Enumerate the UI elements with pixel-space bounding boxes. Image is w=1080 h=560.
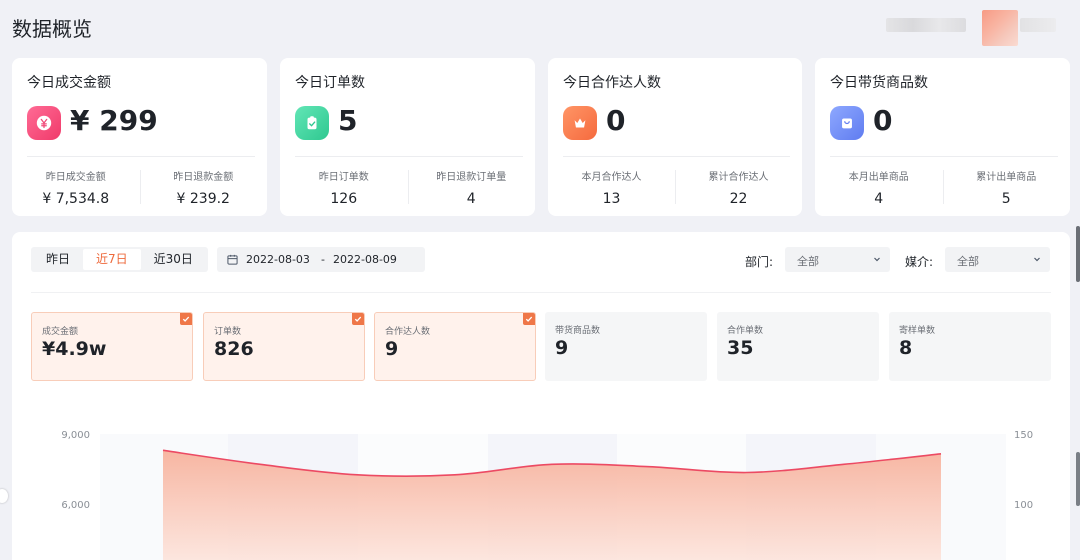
date-separator: - (321, 253, 325, 266)
sub-value: 5 (1001, 191, 1011, 207)
metric-label: 带货商品数 (555, 326, 601, 336)
metric-tile[interactable]: 成交金额 ¥4.9w (31, 312, 193, 381)
avatar[interactable] (982, 10, 1018, 46)
card-today-orders: 今日订单数 5 昨日订单数 126 昨日退款订单量 4 (280, 58, 535, 216)
blurred-username (886, 18, 966, 32)
metric-value: 35 (727, 337, 754, 359)
blurred-user-info (1020, 18, 1056, 32)
metric-label: 寄样单数 (899, 326, 936, 336)
metric-value: 8 (899, 337, 913, 359)
sub-label: 累计出单商品 (976, 172, 1037, 183)
clipboard-check-icon (295, 106, 329, 140)
period-yesterday[interactable]: 昨日 (33, 249, 83, 270)
trend-chart: 9,000 6,000 150 100 (12, 412, 1070, 560)
card-value: 0 (873, 104, 893, 137)
scroll-handle[interactable] (0, 489, 8, 503)
card-sub-1: 本月合作达人 13 (548, 168, 675, 207)
card-sub-2: 累计出单商品 5 (943, 168, 1071, 207)
axis-tick-label: 6,000 (61, 500, 90, 511)
period-30-days[interactable]: 近30日 (141, 249, 206, 270)
divider (31, 292, 1051, 293)
media-label: 媒介: (905, 255, 934, 269)
card-title: 今日订单数 (295, 75, 365, 91)
sub-label: 累计合作达人 (708, 172, 769, 183)
metric-value: 826 (214, 338, 254, 360)
sub-label: 昨日成交金额 (45, 172, 106, 183)
trend-chart-svg: 9,000 6,000 150 100 (61, 430, 1033, 560)
trend-panel: 昨日 近7日 近30日 2022-08-03 - 2022-08-09 部门: … (12, 232, 1070, 560)
sub-value: 22 (729, 191, 748, 207)
department-select[interactable]: 全部 (785, 247, 890, 272)
card-sub-1: 昨日成交金额 ¥ 7,534.8 (12, 168, 140, 207)
select-value: 全部 (957, 255, 979, 268)
sub-label: 本月合作达人 (581, 172, 642, 183)
metric-value: 9 (385, 338, 399, 360)
card-today-gmv: 今日成交金额 ¥ 299 昨日成交金额 ¥ 7,534.8 昨日退款金额 ¥ 2… (12, 58, 267, 216)
card-value: 5 (338, 104, 358, 137)
date-range-picker[interactable]: 2022-08-03 - 2022-08-09 (217, 247, 425, 272)
axis-tick-label: 150 (1014, 430, 1033, 441)
shopping-bag-icon (830, 106, 864, 140)
card-sub-2: 昨日退款金额 ¥ 239.2 (140, 168, 268, 207)
sub-value: 4 (466, 191, 476, 207)
metric-tile[interactable]: 合作达人数 9 (374, 312, 536, 381)
card-today-products: 今日带货商品数 0 本月出单商品 4 累计出单商品 5 (815, 58, 1070, 216)
metric-tile[interactable]: 带货商品数 9 (545, 312, 707, 381)
check-icon (352, 313, 364, 325)
page-title: 数据概览 (12, 17, 92, 41)
crown-icon (563, 106, 597, 140)
sub-value: 13 (602, 191, 621, 207)
card-sub-2: 昨日退款订单量 4 (408, 168, 536, 207)
axis-tick-label: 100 (1014, 500, 1033, 511)
metric-label: 订单数 (214, 327, 242, 337)
card-title: 今日成交金额 (27, 75, 111, 91)
card-sub-2: 累计合作达人 22 (675, 168, 802, 207)
user-avatar-area[interactable] (886, 8, 1056, 48)
yen-coin-icon (27, 106, 61, 140)
sub-label: 昨日订单数 (318, 172, 369, 183)
metric-tile[interactable]: 寄样单数 8 (889, 312, 1051, 381)
metric-tile[interactable]: 订单数 826 (203, 312, 365, 381)
metric-tile[interactable]: 合作单数 35 (717, 312, 879, 381)
metric-value: ¥4.9w (42, 338, 107, 360)
date-start: 2022-08-03 (246, 253, 310, 266)
department-label: 部门: (745, 255, 774, 269)
metric-label: 合作单数 (727, 326, 764, 336)
card-sub-1: 本月出单商品 4 (815, 168, 943, 207)
side-tab-top[interactable] (1076, 226, 1080, 282)
sub-label: 昨日退款订单量 (436, 172, 507, 183)
divider (830, 156, 1058, 157)
sub-value: 126 (330, 191, 358, 207)
select-value: 全部 (797, 255, 819, 268)
card-value: 0 (606, 104, 626, 137)
check-icon (523, 313, 535, 325)
date-end: 2022-08-09 (333, 253, 397, 266)
metric-label: 成交金额 (42, 327, 79, 337)
card-title: 今日带货商品数 (830, 75, 928, 91)
sub-value: 4 (874, 191, 884, 207)
sub-label: 昨日退款金额 (173, 172, 234, 183)
chevron-down-icon (1034, 257, 1040, 262)
card-today-influencers: 今日合作达人数 0 本月合作达人 13 累计合作达人 22 (548, 58, 802, 216)
media-select[interactable]: 全部 (945, 247, 1050, 272)
divider (563, 156, 790, 157)
divider (27, 156, 255, 157)
card-value: ¥ 299 (70, 104, 158, 137)
metric-label: 合作达人数 (385, 327, 431, 337)
card-title: 今日合作达人数 (563, 75, 661, 91)
metric-value: 9 (555, 337, 569, 359)
chevron-down-icon (874, 257, 880, 262)
sub-value: ¥ 7,534.8 (42, 191, 110, 207)
card-sub-1: 昨日订单数 126 (280, 168, 408, 207)
sub-value: ¥ 239.2 (176, 191, 230, 207)
axis-tick-label: 9,000 (61, 430, 90, 441)
side-tab-bottom[interactable] (1076, 452, 1080, 506)
divider (295, 156, 523, 157)
period-selector: 昨日 近7日 近30日 (31, 247, 208, 272)
sub-label: 本月出单商品 (848, 172, 909, 183)
check-icon (180, 313, 192, 325)
calendar-icon (227, 254, 238, 265)
period-7-days[interactable]: 近7日 (83, 249, 141, 270)
